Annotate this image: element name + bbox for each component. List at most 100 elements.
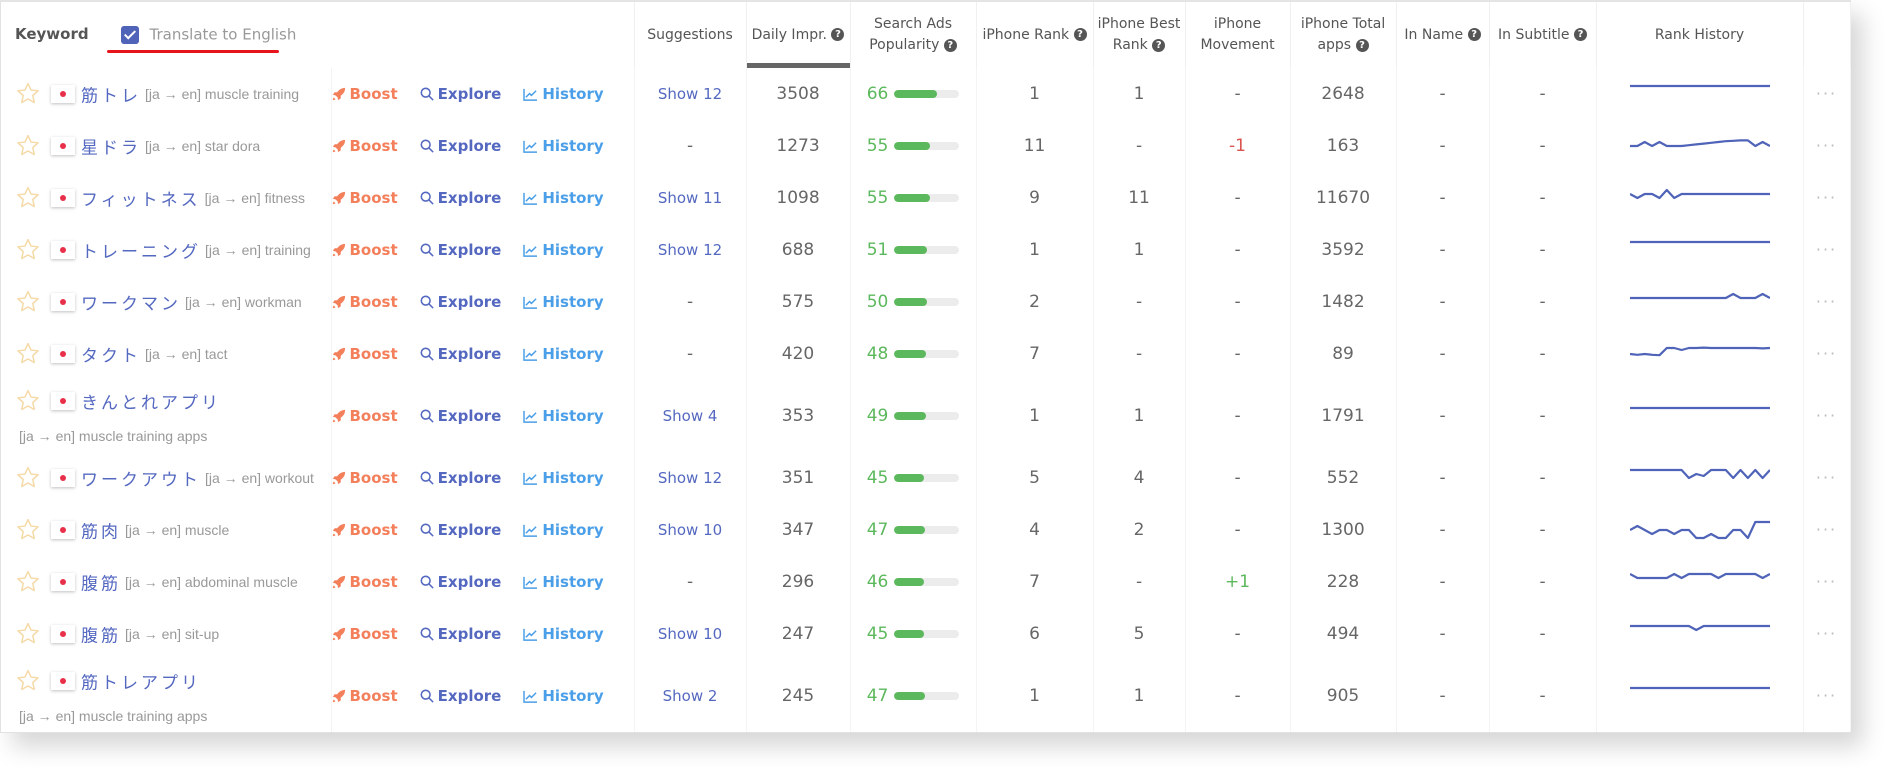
explore-button[interactable]: Explore [420,521,501,539]
boost-button[interactable]: Boost [332,625,398,643]
rank-history-cell[interactable] [1596,224,1804,276]
column-header-best-rank[interactable]: iPhone Best Rank ? [1093,2,1186,68]
column-header-iphone-rank[interactable]: iPhone Rank ? [976,2,1094,68]
rank-history-cell[interactable] [1596,120,1804,172]
boost-button[interactable]: Boost [332,407,398,425]
keyword-link[interactable]: 筋肉 [81,523,121,543]
history-button[interactable]: History [523,241,604,259]
boost-button[interactable]: Boost [332,469,398,487]
more-options-icon[interactable]: ··· [1816,520,1837,539]
star-icon[interactable] [15,185,43,211]
column-header-rank-history[interactable]: Rank History [1596,2,1804,68]
explore-button[interactable]: Explore [420,293,501,311]
history-button[interactable]: History [523,625,604,643]
rank-history-cell[interactable] [1596,556,1804,608]
history-button[interactable]: History [523,85,604,103]
help-icon[interactable]: ? [943,38,957,52]
help-icon[interactable]: ? [1355,38,1369,52]
star-icon[interactable] [15,133,43,159]
explore-button[interactable]: Explore [420,469,501,487]
star-icon[interactable] [15,569,43,595]
show-suggestions-link[interactable]: Show 12 [658,85,722,103]
suggestions-cell[interactable]: Show 2 [634,660,747,732]
star-icon[interactable] [15,237,43,263]
history-button[interactable]: History [523,687,604,705]
suggestions-cell[interactable]: Show 12 [634,224,747,276]
explore-button[interactable]: Explore [420,407,501,425]
column-header-suggestions[interactable]: Suggestions [634,2,747,68]
rank-history-cell[interactable] [1596,276,1804,328]
more-options-icon[interactable]: ··· [1816,572,1837,591]
explore-button[interactable]: Explore [420,241,501,259]
explore-button[interactable]: Explore [420,345,501,363]
column-header-movement[interactable]: iPhone Movement [1185,2,1291,68]
boost-button[interactable]: Boost [332,137,398,155]
star-icon[interactable] [15,621,43,647]
suggestions-cell[interactable]: Show 11 [634,172,747,224]
more-options-icon[interactable]: ··· [1816,468,1837,487]
star-icon[interactable] [15,668,43,694]
rank-history-cell[interactable] [1596,380,1804,452]
boost-button[interactable]: Boost [332,189,398,207]
explore-button[interactable]: Explore [420,189,501,207]
star-icon[interactable] [15,465,43,491]
keyword-link[interactable]: 星ドラ [81,139,141,159]
more-options-icon[interactable]: ··· [1816,292,1837,311]
rank-history-cell[interactable] [1596,608,1804,660]
history-button[interactable]: History [523,189,604,207]
keyword-link[interactable]: タクト [81,347,141,367]
rank-history-cell[interactable] [1596,452,1804,504]
keyword-link[interactable]: フィットネス [81,191,201,211]
help-icon[interactable]: ? [1573,28,1587,41]
help-icon[interactable]: ? [1467,28,1481,41]
boost-button[interactable]: Boost [332,345,398,363]
rank-history-cell[interactable] [1596,172,1804,224]
column-header-daily-impr[interactable]: Daily Impr. ? [746,2,851,68]
more-options-icon[interactable]: ··· [1816,686,1837,705]
history-button[interactable]: History [523,137,604,155]
explore-button[interactable]: Explore [420,687,501,705]
keyword-link[interactable]: ワークアウト [81,471,201,491]
star-icon[interactable] [15,517,43,543]
boost-button[interactable]: Boost [332,241,398,259]
column-header-in-subtitle[interactable]: In Subtitle ? [1489,2,1597,68]
keyword-link[interactable]: トレーニング [81,243,201,263]
explore-button[interactable]: Explore [420,573,501,591]
show-suggestions-link[interactable]: Show 10 [658,625,722,643]
history-button[interactable]: History [523,293,604,311]
history-button[interactable]: History [523,469,604,487]
suggestions-cell[interactable]: Show 10 [634,608,747,660]
show-suggestions-link[interactable]: Show 2 [663,687,718,705]
column-header-search-ads[interactable]: Search Ads Popularity ? [850,2,977,68]
star-icon[interactable] [15,388,43,414]
boost-button[interactable]: Boost [332,521,398,539]
more-options-icon[interactable]: ··· [1816,240,1837,259]
history-button[interactable]: History [523,573,604,591]
explore-button[interactable]: Explore [420,137,501,155]
help-icon[interactable]: ? [1152,38,1166,52]
more-options-icon[interactable]: ··· [1816,136,1837,155]
translate-label[interactable]: Translate to English [150,26,297,44]
keyword-link[interactable]: きんとれアプリ [81,394,221,414]
history-button[interactable]: History [523,407,604,425]
show-suggestions-link[interactable]: Show 12 [658,469,722,487]
history-button[interactable]: History [523,345,604,363]
history-button[interactable]: History [523,521,604,539]
translate-checkbox[interactable] [121,26,140,44]
rank-history-cell[interactable] [1596,68,1804,120]
rank-history-cell[interactable] [1596,504,1804,556]
boost-button[interactable]: Boost [332,687,398,705]
keyword-link[interactable]: 筋トレ [81,87,141,107]
suggestions-cell[interactable]: Show 12 [634,452,747,504]
help-icon[interactable]: ? [831,28,845,41]
show-suggestions-link[interactable]: Show 4 [663,407,718,425]
boost-button[interactable]: Boost [332,293,398,311]
boost-button[interactable]: Boost [332,573,398,591]
show-suggestions-link[interactable]: Show 11 [658,189,722,207]
more-options-icon[interactable]: ··· [1816,84,1837,103]
more-options-icon[interactable]: ··· [1816,624,1837,643]
column-header-total-apps[interactable]: iPhone Total apps ? [1290,2,1397,68]
explore-button[interactable]: Explore [420,625,501,643]
more-options-icon[interactable]: ··· [1816,188,1837,207]
keyword-link[interactable]: 腹筋 [81,627,121,647]
